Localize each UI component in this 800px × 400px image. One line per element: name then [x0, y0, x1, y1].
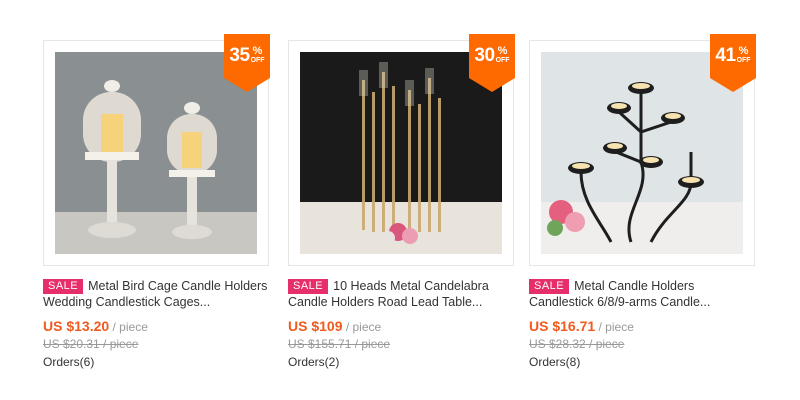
off-label: OFF — [736, 57, 751, 64]
product-card[interactable]: 30 % OFF SALE 10 Heads Metal Candelabra C… — [288, 34, 515, 369]
discount-value: 30 — [474, 45, 495, 66]
product-title[interactable]: SALE Metal Bird Cage Candle Holders Weddi… — [43, 278, 269, 310]
price: US $109 / piece — [288, 318, 514, 334]
price-unit: / piece — [109, 320, 148, 334]
product-image[interactable]: 30 % OFF — [288, 34, 515, 266]
original-price: US $20.31 / piece — [43, 337, 139, 351]
price: US $16.71 / piece — [529, 318, 755, 334]
orders-count: Orders(2) — [288, 355, 340, 369]
price-unit: / piece — [342, 320, 382, 334]
sale-tag: SALE — [43, 279, 84, 294]
original-price: US $28.32 / piece — [529, 337, 625, 351]
discount-value: 35 — [229, 45, 250, 66]
percent-sign: % — [497, 45, 508, 57]
product-card[interactable]: 35 % OFF SALE Metal Bird Cage Candle Hold… — [43, 34, 270, 369]
price-amount: US $13.20 — [43, 318, 110, 334]
price-amount: US $109 — [288, 318, 343, 334]
price-amount: US $16.71 — [529, 318, 596, 334]
product-title[interactable]: SALE Metal Candle Holders Candlestick 6/8… — [529, 278, 755, 310]
off-label: OFF — [250, 57, 265, 64]
orders-count: Orders(8) — [529, 355, 581, 369]
original-price: US $155.71 / piece — [288, 337, 391, 351]
product-image[interactable]: 41 % OFF — [529, 34, 756, 266]
off-label: OFF — [495, 57, 510, 64]
percent-sign: % — [252, 45, 263, 57]
product-image[interactable]: 35 % OFF — [43, 34, 270, 266]
discount-badge: 35 % OFF — [224, 34, 270, 92]
sale-tag: SALE — [529, 279, 570, 294]
orders-count: Orders(6) — [43, 355, 95, 369]
discount-badge: 30 % OFF — [469, 34, 515, 92]
price-unit: / piece — [595, 320, 634, 334]
sale-tag: SALE — [288, 279, 329, 294]
product-title[interactable]: SALE 10 Heads Metal Candelabra Candle Hol… — [288, 278, 514, 310]
discount-value: 41 — [715, 45, 736, 66]
product-card[interactable]: 41 % OFF SALE Metal Candle Holders Candle… — [529, 34, 756, 369]
discount-badge: 41 % OFF — [710, 34, 756, 92]
price: US $13.20 / piece — [43, 318, 269, 334]
percent-sign: % — [738, 45, 749, 57]
